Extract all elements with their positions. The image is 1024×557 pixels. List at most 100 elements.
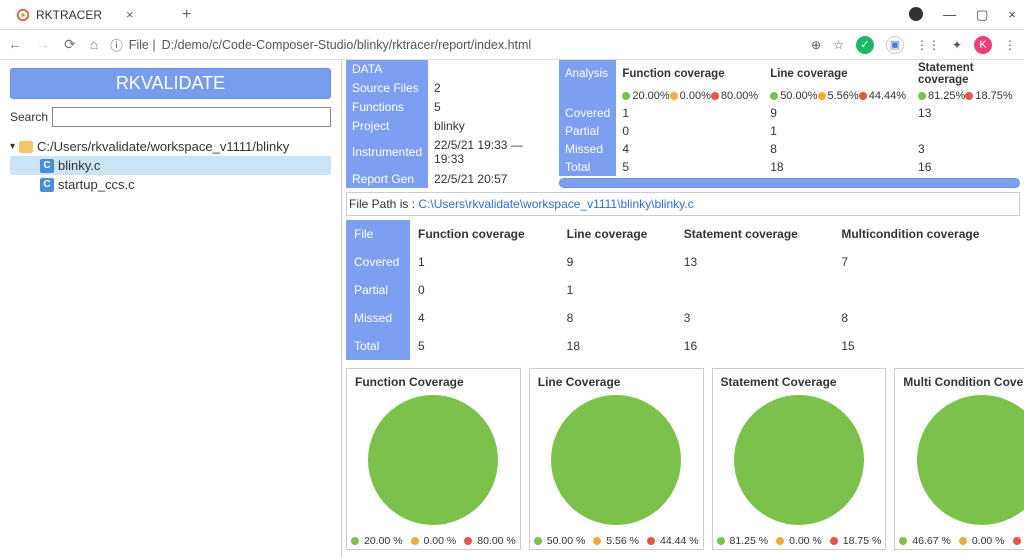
- extension-blue-icon[interactable]: ▣: [886, 36, 904, 54]
- reload-icon[interactable]: ⟳: [64, 36, 76, 53]
- row-val: [676, 276, 834, 304]
- info-icon[interactable]: ⓘ: [110, 35, 123, 54]
- tree-file-label: blinky.c: [58, 158, 100, 173]
- row-val: 7: [833, 248, 1020, 276]
- c-file-icon: C: [40, 159, 54, 173]
- menu-icon[interactable]: ⋮: [1004, 38, 1016, 52]
- row-val: [1019, 122, 1020, 140]
- row-val: 8: [764, 140, 912, 158]
- account-dot-icon[interactable]: [909, 7, 923, 21]
- row-val: 7: [1019, 104, 1020, 122]
- c-file-icon: C: [40, 178, 54, 192]
- profile-avatar[interactable]: K: [974, 36, 992, 54]
- legend-item: 0.00 %: [959, 535, 1005, 547]
- folder-icon: [19, 141, 33, 153]
- forward-icon[interactable]: →: [36, 36, 50, 53]
- tab-favicon-icon: [16, 8, 30, 22]
- data-val: 22/5/21 20:57: [428, 169, 551, 188]
- right-panel: DATA Source Files2Functions5Projectblink…: [342, 60, 1024, 557]
- legend-item: 46.67 %: [899, 535, 951, 547]
- zoom-icon[interactable]: ⊕: [811, 38, 821, 52]
- search-input[interactable]: [52, 107, 331, 127]
- minimize-icon[interactable]: —: [943, 7, 956, 23]
- file-path-prefix: File Path is :: [349, 197, 418, 211]
- browser-tab[interactable]: RKTRACER ×: [8, 1, 168, 29]
- pct-cell: 50.00%5.56%44.44%: [764, 88, 912, 104]
- apps-icon[interactable]: ⋮⋮: [916, 38, 940, 52]
- chart-title: Multi Condition Coverage: [899, 375, 1024, 389]
- search-label: Search: [10, 110, 48, 124]
- row-val: [833, 276, 1020, 304]
- data-key: Source Files: [346, 79, 428, 98]
- row-label: Covered: [559, 104, 616, 122]
- legend-item: 81.25 %: [717, 535, 769, 547]
- tree-file-blinky[interactable]: C blinky.c: [10, 156, 331, 175]
- row-label: Covered: [346, 248, 410, 276]
- tree-folder[interactable]: ▾ C:/Users/rkvalidate/workspace_v1111/bl…: [10, 137, 331, 156]
- row-val: 8: [1019, 140, 1020, 158]
- analysis-header: Analysis: [559, 60, 616, 88]
- home-icon[interactable]: ⌂: [90, 36, 98, 53]
- row-val: 3: [912, 140, 1019, 158]
- coverage-summary-table: Analysis Function coverage Line coverage…: [559, 60, 1020, 176]
- row-val: 18: [764, 158, 912, 176]
- col-multi: Multicondition coverage: [1019, 60, 1020, 88]
- row-val: 0: [616, 122, 764, 140]
- pct-cell: 81.25%18.75%: [912, 88, 1019, 104]
- legend-item: 80.00 %: [464, 535, 516, 547]
- pie-chart: [551, 395, 681, 525]
- row-val: 4: [616, 140, 764, 158]
- horizontal-scrollbar[interactable]: [559, 178, 1020, 188]
- row-val: 16: [912, 158, 1019, 176]
- tab-title: RKTRACER: [36, 8, 102, 22]
- pct-cell: 20.00%0.00%80.00%: [616, 88, 764, 104]
- row-val: 9: [559, 248, 676, 276]
- tree-folder-label: C:/Users/rkvalidate/workspace_v1111/blin…: [37, 139, 289, 154]
- new-tab-button[interactable]: +: [176, 6, 197, 24]
- row-val: 1: [410, 248, 559, 276]
- legend-item: 18.75 %: [830, 535, 882, 547]
- data-key: Functions: [346, 98, 428, 117]
- data-val: 2: [428, 79, 551, 98]
- url-field[interactable]: ⓘ File | D:/demo/c/Code-Composer-Studio/…: [110, 35, 799, 54]
- legend-item: 50.00 %: [534, 535, 586, 547]
- close-window-icon[interactable]: ×: [1008, 7, 1016, 23]
- file-tree: ▾ C:/Users/rkvalidate/workspace_v1111/bl…: [10, 137, 331, 194]
- browser-titlebar: RKTRACER × + — ▢ ×: [0, 0, 1024, 30]
- back-icon[interactable]: ←: [8, 36, 22, 53]
- tree-file-label: startup_ccs.c: [58, 177, 135, 192]
- row-val: 18: [559, 332, 676, 360]
- row-label: Missed: [559, 140, 616, 158]
- col-line: Line coverage: [764, 60, 912, 88]
- row-val: 15: [833, 332, 1020, 360]
- chart-box: Multi Condition Coverage 46.67 %0.00 %53…: [894, 368, 1024, 550]
- col-stmt: Statement coverage: [912, 60, 1019, 88]
- data-val: blinky: [428, 117, 551, 136]
- maximize-icon[interactable]: ▢: [976, 7, 988, 23]
- collapse-icon[interactable]: ▾: [10, 141, 15, 152]
- row-val: 4: [410, 304, 559, 332]
- bookmark-icon[interactable]: ☆: [833, 38, 844, 52]
- extension-green-icon[interactable]: ✓: [856, 36, 874, 54]
- legend-item: 20.00 %: [351, 535, 403, 547]
- row-label: Total: [559, 158, 616, 176]
- chart-legend: 46.67 %0.00 %53.33 %: [899, 535, 1024, 547]
- file-header: File: [346, 220, 410, 248]
- extensions-puzzle-icon[interactable]: ✦: [952, 38, 962, 52]
- left-panel: RKVALIDATE Search ▾ C:/Users/rkvalidate/…: [0, 60, 342, 557]
- close-tab-icon[interactable]: ×: [126, 7, 134, 22]
- row-val: 3: [676, 304, 834, 332]
- tree-file-startup[interactable]: C startup_ccs.c: [10, 175, 331, 194]
- brand-header[interactable]: RKVALIDATE: [10, 68, 331, 99]
- chart-box: Line Coverage 50.00 %5.56 %44.44 %: [529, 368, 704, 550]
- row-val: 1: [616, 104, 764, 122]
- data-val: 5: [428, 98, 551, 117]
- row-val: 8: [833, 304, 1020, 332]
- col-line: Line coverage: [559, 220, 676, 248]
- data-key: Instrumented: [346, 136, 428, 170]
- file-path-link[interactable]: C:\Users\rkvalidate\workspace_v1111\blin…: [418, 197, 693, 211]
- legend-item: 44.44 %: [647, 535, 699, 547]
- pct-cell: 46.67%53.33%: [1019, 88, 1020, 104]
- url-text: D:/demo/c/Code-Composer-Studio/blinky/rk…: [162, 38, 532, 52]
- legend-item: 0.00 %: [411, 535, 457, 547]
